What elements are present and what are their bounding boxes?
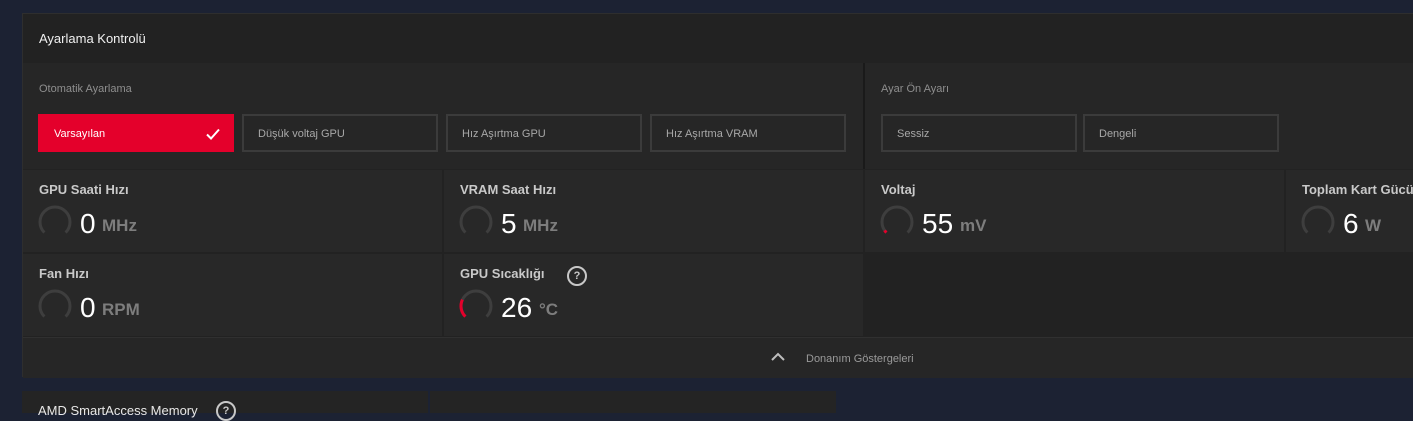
gauge-icon [38, 289, 72, 318]
metric-title: Toplam Kart Gücü [1302, 182, 1413, 197]
gauge-fill [459, 298, 467, 318]
gauge-track [459, 205, 493, 234]
option-overclock-gpu-label: Hız Aşırtma GPU [462, 128, 546, 140]
hardware-indicators-toggle[interactable]: Donanım Göstergeleri [23, 337, 1413, 378]
option-overclock-gpu-button[interactable]: Hız Aşırtma GPU [446, 114, 642, 152]
chevron-up-icon [771, 352, 785, 361]
option-overclock-vram-label: Hız Aşırtma VRAM [666, 128, 758, 140]
metric-value: 26 [501, 292, 533, 323]
metric-title: Voltaj [881, 182, 916, 197]
gauge-track [1301, 205, 1335, 234]
metric-fan-speed: Fan Hızı 0 RPM [23, 254, 442, 336]
metric-unit: °C [539, 300, 559, 319]
option-default-label: Varsayılan [54, 128, 106, 140]
help-icon[interactable]: ? [216, 401, 236, 421]
gauge-icon [459, 289, 493, 318]
auto-tuning-section: Otomatik Ayarlama Varsayılan Düşük volta… [23, 63, 865, 169]
metric-value: 0 [80, 292, 96, 323]
checkmark-icon [206, 128, 220, 140]
tuning-preset-section: Ayar Ön Ayarı Sessiz Dengeli [865, 63, 1413, 169]
gauge-icon [1301, 205, 1335, 234]
preset-quiet-label: Sessiz [897, 128, 930, 140]
option-undervolt-gpu-label: Düşük voltaj GPU [258, 128, 345, 140]
metric-board-power: Toplam Kart Gücü 6 W [1286, 170, 1413, 252]
gauge-track [880, 205, 914, 234]
gauge-icon [459, 205, 493, 234]
gauge-icon [880, 205, 914, 234]
option-default-button[interactable]: Varsayılan [38, 114, 234, 152]
panel-title: Ayarlama Kontrolü [39, 31, 146, 46]
metric-value: 0 [80, 208, 96, 239]
tuning-preset-label: Ayar Ön Ayarı [881, 83, 950, 95]
metric-empty-area [865, 254, 1413, 336]
preset-balanced-label: Dengeli [1099, 128, 1137, 140]
metric-unit: MHz [523, 216, 558, 235]
secondary-panel [430, 391, 836, 413]
panel-header: Ayarlama Kontrolü [23, 14, 1413, 64]
metric-title: Fan Hızı [39, 266, 89, 281]
hardware-indicators-label: Donanım Göstergeleri [806, 353, 914, 365]
gauge-fill [883, 229, 888, 234]
tuning-control-panel: Ayarlama Kontrolü Otomatik Ayarlama Vars… [22, 13, 1413, 378]
preset-quiet-button[interactable]: Sessiz [881, 114, 1077, 152]
smart-access-memory-panel: AMD SmartAccess Memory ? [22, 391, 428, 421]
metric-title: VRAM Saat Hızı [460, 182, 557, 197]
option-undervolt-gpu-button[interactable]: Düşük voltaj GPU [242, 114, 438, 152]
auto-tuning-label: Otomatik Ayarlama [39, 83, 132, 95]
gauge-track [459, 289, 493, 318]
metric-title: GPU Sıcaklığı [460, 266, 545, 281]
metric-unit: MHz [102, 216, 137, 235]
metric-unit: W [1365, 216, 1382, 235]
gauge-track [38, 205, 72, 234]
metric-title: GPU Saati Hızı [39, 182, 129, 197]
option-overclock-vram-button[interactable]: Hız Aşırtma VRAM [650, 114, 846, 152]
smart-access-memory-title: AMD SmartAccess Memory [38, 403, 198, 418]
metric-unit: RPM [102, 300, 140, 319]
metric-gpu-clock: GPU Saati Hızı 0 MHz [23, 170, 442, 252]
gauge-icon [38, 205, 72, 234]
help-icon[interactable]: ? [567, 266, 587, 286]
preset-balanced-button[interactable]: Dengeli [1083, 114, 1279, 152]
metric-value: 55 [922, 208, 954, 239]
metric-vram-clock: VRAM Saat Hızı 5 MHz [444, 170, 863, 252]
metric-value: 6 [1343, 208, 1359, 239]
metric-unit: mV [960, 216, 987, 235]
metric-voltage: Voltaj 55 mV [865, 170, 1284, 252]
metric-gpu-temperature: GPU Sıcaklığı ? 26 °C [444, 254, 863, 336]
metric-value: 5 [501, 208, 517, 239]
gauge-track [38, 289, 72, 318]
